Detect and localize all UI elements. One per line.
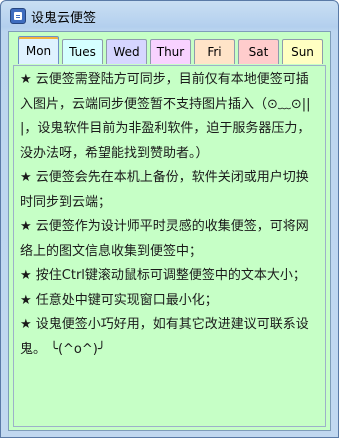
tab-sat[interactable]: Sat [238,39,279,64]
tab-tues[interactable]: Tues [62,39,103,64]
note-paragraph: ★ 任意处中键可实现窗口最小化； [20,292,218,308]
window-title: 设鬼云便签 [31,11,97,26]
tab-thur[interactable]: Thur [150,39,191,64]
note-text-area[interactable]: ★ 云便签需登陆方可同步，目前仅有本地便签可插入图片，云端同步便签暂不支持图片插… [13,65,326,427]
note-paragraph: ★ 设鬼便签小巧好用，如有其它改进建议可联系设鬼。 ╰(^o^)╯ [20,317,309,357]
note-paragraph: ★ 云便签会先在本机上备份，软件关闭或用户切换时同步到云端； [20,170,309,210]
note-paragraph: ★ 云便签需登陆方可同步，目前仅有本地便签可插入图片，云端同步便签暂不支持图片插… [20,72,311,161]
tab-fri[interactable]: Fri [194,39,235,64]
note-window: 设鬼云便签 Mon Tues Wed Thur Fri Sat Sun ★ 云便… [0,0,339,438]
title-bar[interactable]: 设鬼云便签 [1,1,338,31]
weekday-tabs: Mon Tues Wed Thur Fri Sat Sun [18,36,326,65]
note-panel: Mon Tues Wed Thur Fri Sat Sun ★ 云便签需登陆方可… [8,31,331,431]
tab-mon[interactable]: Mon [18,36,59,64]
note-app-icon [10,8,26,24]
tab-wed[interactable]: Wed [106,39,147,64]
note-paragraph: ★ 云便签作为设计师平时灵感的收集便签，可将网络上的图文信息收集到便签中； [20,219,309,259]
note-paragraph: ★ 按住Ctrl键滚动鼠标可调整便签中的文本大小； [20,268,306,283]
tab-sun[interactable]: Sun [282,39,323,64]
